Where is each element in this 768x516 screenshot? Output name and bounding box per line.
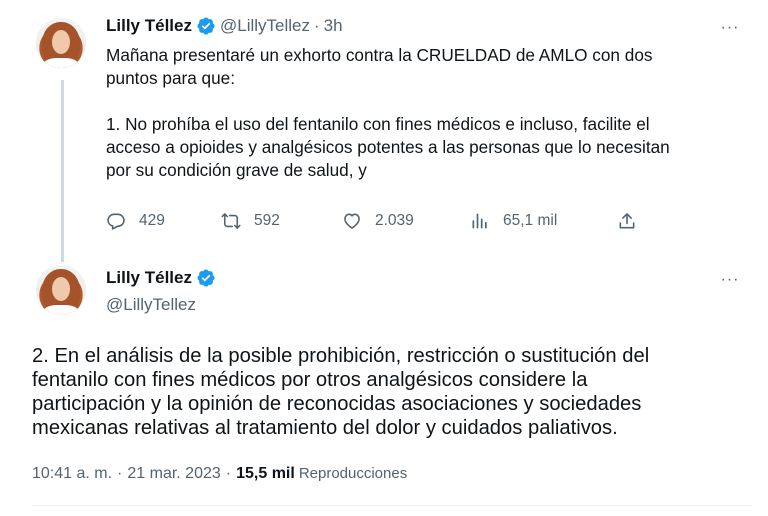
heart-icon — [342, 211, 362, 231]
tweet-line: puntos para que: — [106, 68, 236, 88]
verified-badge-icon — [196, 268, 216, 288]
author-handle[interactable]: @LillyTellez — [106, 295, 196, 315]
verified-badge-icon — [196, 16, 216, 36]
reply-icon — [106, 211, 126, 231]
tweet-line: participación y la opinión de reconocida… — [32, 393, 642, 415]
tweet-time[interactable]: 10:41 a. m. — [32, 465, 112, 483]
tweet-date[interactable]: 21 mar. 2023 — [127, 465, 220, 483]
tweet-line: acceso a opioides y analgésicos potentes… — [106, 137, 670, 157]
divider — [32, 505, 752, 506]
retweet-icon — [221, 211, 241, 231]
tweet-line: mexicanas relativas al tratamiento del d… — [32, 417, 618, 439]
tweet-line: Mañana presentaré un exhorto contra la C… — [106, 45, 653, 65]
views-count: 65,1 mil — [503, 212, 558, 229]
views-count: 15,5 mil — [236, 465, 295, 482]
avatar[interactable] — [36, 18, 86, 68]
views-label: Reproducciones — [298, 465, 408, 482]
reply-count: 429 — [139, 212, 165, 229]
tweet-header: Lilly Téllez @LillyTellez · 3h — [106, 16, 343, 36]
more-options-icon[interactable]: ··· — [718, 18, 742, 38]
tweet-text: 2. En el análisis de la posible prohibic… — [32, 344, 752, 440]
more-options-icon[interactable]: ··· — [718, 270, 742, 290]
author-handle[interactable]: @LillyTellez — [220, 16, 310, 36]
like-button[interactable]: 2.039 — [342, 211, 414, 231]
like-count: 2.039 — [375, 212, 414, 229]
views-chart-icon — [470, 211, 490, 231]
tweet-header: Lilly Téllez — [106, 268, 216, 288]
tweet-time[interactable]: 3h — [324, 16, 343, 36]
reply-button[interactable]: 429 — [106, 211, 165, 231]
share-button[interactable] — [617, 211, 637, 231]
retweet-button[interactable]: 592 — [221, 211, 280, 231]
tweet-line: fentanilo con fines médicos por otros an… — [32, 369, 588, 391]
retweet-count: 592 — [254, 212, 280, 229]
thread-connector — [61, 80, 64, 262]
share-icon — [617, 211, 637, 231]
views-button[interactable]: 65,1 mil — [470, 211, 557, 231]
tweet-line: 1. No prohíba el uso del fentanilo con f… — [106, 114, 650, 134]
separator-dot: · — [117, 465, 123, 482]
author-name[interactable]: Lilly Téllez — [106, 16, 192, 36]
author-name[interactable]: Lilly Téllez — [106, 268, 192, 288]
tweet-text: Mañana presentaré un exhorto contra la C… — [106, 44, 746, 182]
separator-dot: · — [225, 465, 232, 482]
tweet-line: por su condición grave de salud, y — [106, 160, 367, 180]
tweet-line: 2. En el análisis de la posible prohibic… — [32, 345, 650, 367]
separator-dot: · — [314, 16, 320, 35]
tweet-1[interactable]: Lilly Téllez @LillyTellez · 3h ··· Mañan… — [0, 0, 768, 262]
avatar[interactable] — [36, 265, 86, 315]
tweet-actions: 429 592 2.039 65,1 mil — [106, 211, 646, 233]
tweet-metadata: 10:41 a. m. · 21 mar. 2023 · 15,5 mil Re… — [32, 465, 407, 483]
